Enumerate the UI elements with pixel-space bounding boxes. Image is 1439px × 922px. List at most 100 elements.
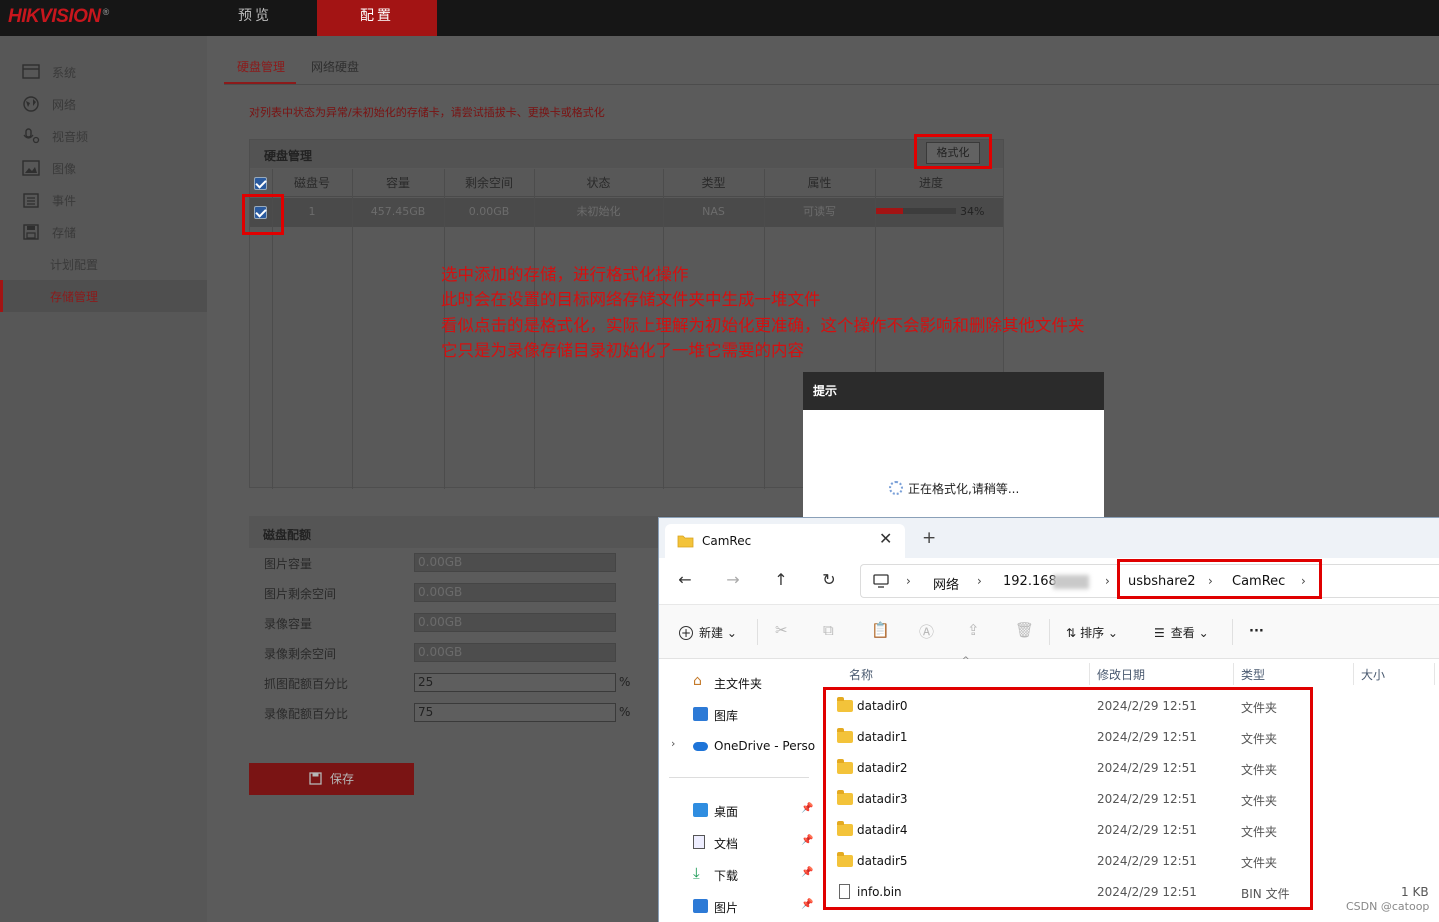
copy-icon[interactable]: ⧉	[823, 621, 834, 639]
record-quota-input[interactable]: 75	[414, 703, 616, 722]
dialog-title: 提示	[803, 372, 1104, 410]
nav-label: 桌面	[714, 805, 739, 819]
snapshot-quota-input[interactable]: 25	[414, 673, 616, 692]
explorer-tab[interactable]: CamRec ✕	[665, 524, 905, 558]
menu-label: 图像	[52, 162, 77, 176]
navigation-pane: ⌂ 主文件夹 图库 › OneDrive - Perso 桌面 📌 文档 📌 ⤓…	[659, 659, 819, 922]
disk-table-header: 磁盘号 容量 剩余空间 状态 类型 属性 进度	[250, 169, 1003, 197]
quota-label: 录像配额百分比	[264, 707, 349, 721]
nav-label: 主文件夹	[714, 677, 763, 691]
record-capacity-field: 0.00GB	[414, 613, 616, 632]
list-view-icon: ☰	[1154, 626, 1165, 640]
menu-label: 事件	[52, 194, 77, 208]
cloud-icon	[693, 742, 708, 751]
col-date[interactable]: 修改日期	[1097, 666, 1145, 683]
image-icon	[22, 160, 40, 176]
refresh-icon[interactable]: ↻	[819, 570, 839, 589]
home-icon: ⌂	[693, 673, 702, 689]
nav-desktop[interactable]: 桌面 📌	[659, 797, 819, 825]
nav-downloads[interactable]: ⤓ 下载 📌	[659, 861, 819, 889]
paste-icon[interactable]: 📋	[871, 621, 890, 639]
percent-unit: %	[619, 675, 631, 689]
select-all-checkbox[interactable]	[254, 177, 267, 190]
col-disk-no: 磁盘号	[293, 176, 330, 190]
sort-ascending-icon: ^	[962, 656, 970, 666]
chevron-right-icon[interactable]: ›	[671, 737, 675, 750]
plus-circle-icon: +	[679, 626, 693, 640]
quota-label: 抓图配额百分比	[264, 677, 349, 691]
menu-item-schedule[interactable]: 计划配置	[0, 248, 207, 280]
dialog-message: 正在格式化,请稍等...	[908, 482, 1020, 496]
picture-free-field: 0.00GB	[414, 583, 616, 602]
format-progress-dialog: 提示 正在格式化,请稍等...	[803, 372, 1104, 517]
disk-type: NAS	[702, 205, 725, 218]
progress-fill	[876, 208, 904, 214]
forward-icon[interactable]: →	[723, 570, 743, 589]
sort-button[interactable]: ⇅ 排序 ⌄	[1066, 624, 1118, 641]
pin-icon[interactable]: 📌	[801, 867, 813, 878]
file-size: 1 KB	[1401, 885, 1429, 899]
table-row[interactable]: 1 457.45GB 0.00GB 未初始化 NAS 可读写 34%	[250, 198, 1003, 227]
pin-icon[interactable]: 📌	[801, 803, 813, 814]
close-icon[interactable]: ✕	[879, 529, 892, 548]
cut-icon[interactable]: ✂	[775, 621, 788, 639]
col-free: 剩余空间	[464, 176, 513, 190]
nav-preview[interactable]: 预览	[195, 0, 315, 36]
col-size[interactable]: 大小	[1361, 666, 1385, 683]
menu-item-event[interactable]: 事件	[0, 184, 207, 216]
up-icon[interactable]: ↑	[771, 570, 791, 589]
tab-network-disk[interactable]: 网络硬盘	[311, 58, 359, 75]
progress-bar	[876, 208, 956, 214]
breadcrumb-network[interactable]: 网络	[933, 574, 959, 593]
col-type: 类型	[701, 176, 726, 190]
loading-spinner-icon	[889, 481, 903, 495]
computer-icon	[873, 574, 889, 588]
menu-item-network[interactable]: 网络	[0, 88, 207, 120]
rename-icon[interactable]: Ⓐ	[919, 621, 934, 642]
side-menu: 系统 网络 视音频 图像 事件 存储 计划配置 存储管理	[0, 36, 207, 922]
menu-item-image[interactable]: 图像	[0, 152, 207, 184]
pin-icon[interactable]: 📌	[801, 899, 813, 910]
sort-label: 排序	[1080, 626, 1105, 640]
disk-no: 1	[308, 205, 316, 218]
annotation-line: 选中添加的存储，进行格式化操作	[441, 265, 689, 284]
nav-gallery[interactable]: 图库	[659, 701, 819, 729]
more-options-icon[interactable]: ···	[1249, 624, 1264, 639]
back-icon[interactable]: ←	[675, 570, 695, 589]
sort-icon: ⇅	[1066, 626, 1077, 640]
col-type[interactable]: 类型	[1241, 666, 1265, 683]
menu-label: 存储	[52, 226, 77, 240]
gallery-icon	[693, 707, 708, 721]
save-button[interactable]: 保存	[249, 763, 414, 795]
pin-icon[interactable]: 📌	[801, 835, 813, 846]
quota-label: 录像容量	[264, 617, 313, 631]
nav-pictures[interactable]: 图片 📌	[659, 893, 819, 921]
share-icon[interactable]: ⇪	[967, 621, 980, 639]
quota-label: 图片容量	[264, 557, 313, 571]
menu-label: 存储管理	[50, 290, 99, 304]
menu-item-audio-video[interactable]: 视音频	[0, 120, 207, 152]
col-name[interactable]: 名称	[849, 666, 873, 683]
quota-label: 图片剩余空间	[264, 587, 337, 601]
menu-item-storage-management[interactable]: 存储管理	[0, 280, 207, 312]
nav-config[interactable]: 配置	[317, 0, 437, 36]
col-status: 状态	[586, 176, 611, 190]
col-capacity: 容量	[385, 176, 410, 190]
nav-onedrive[interactable]: › OneDrive - Perso	[659, 733, 819, 761]
view-button[interactable]: ☰ 查看 ⌄	[1154, 624, 1209, 641]
new-button[interactable]: + 新建 ⌄	[679, 624, 737, 641]
menu-label: 网络	[52, 98, 77, 112]
tab-disk-management[interactable]: 硬盘管理	[237, 58, 285, 75]
menu-item-system[interactable]: 系统	[0, 56, 207, 88]
menu-label: 系统	[52, 66, 77, 80]
document-icon	[693, 835, 705, 849]
delete-icon[interactable]: 🗑	[1015, 621, 1034, 639]
chevron-right-icon: ›	[906, 574, 911, 588]
nav-label: 文档	[714, 837, 739, 851]
new-label: 新建	[699, 626, 724, 640]
new-tab-icon[interactable]: +	[922, 528, 936, 548]
nav-home[interactable]: ⌂ 主文件夹	[659, 669, 819, 697]
nav-documents[interactable]: 文档 📌	[659, 829, 819, 857]
top-bar: HIKVISION ® 预览 配置	[0, 0, 1439, 36]
menu-item-storage[interactable]: 存储	[0, 216, 207, 248]
